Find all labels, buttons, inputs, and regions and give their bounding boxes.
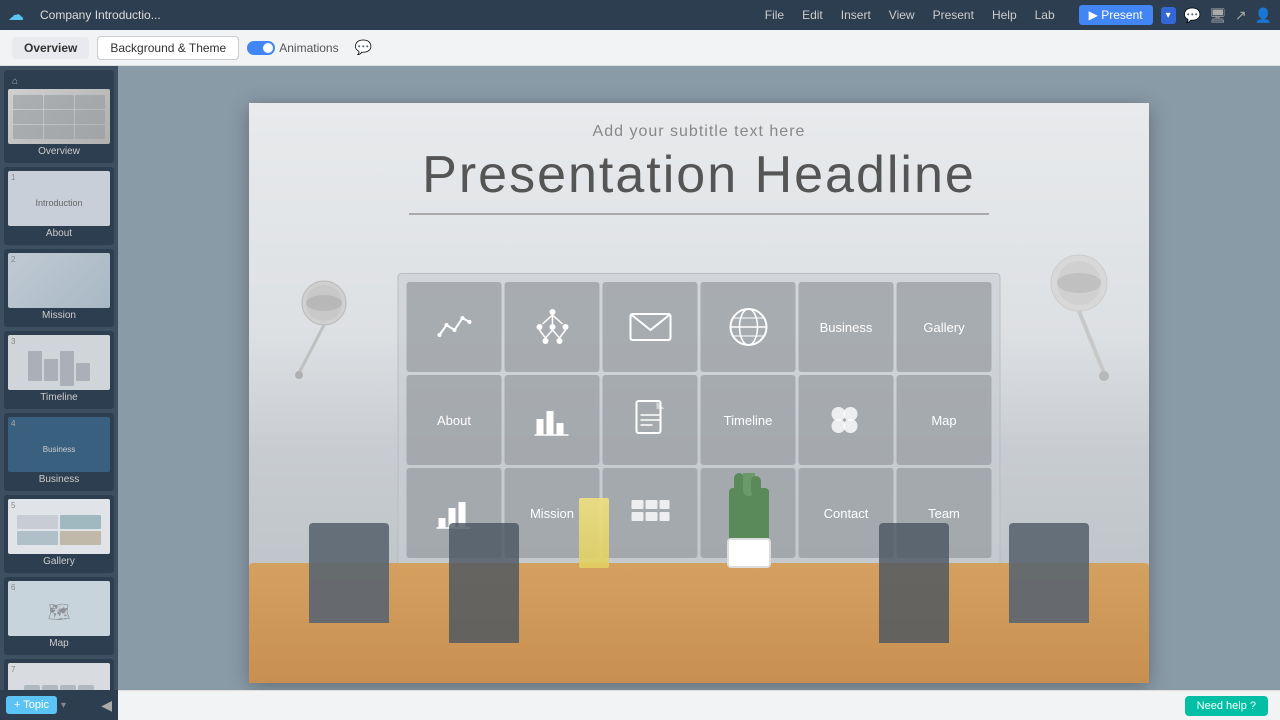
slide-headline: Presentation Headline xyxy=(409,145,989,215)
chat-icon[interactable]: 💬 xyxy=(1184,7,1201,24)
menu-lab[interactable]: Lab xyxy=(1027,6,1063,24)
present-dropdown[interactable]: ▾ xyxy=(1161,7,1176,24)
slide-1[interactable]: 1 Introduction About xyxy=(4,167,114,245)
home-icon: ⌂ xyxy=(12,76,18,87)
slide-6-label: Map xyxy=(8,636,110,651)
grid-cell-chart[interactable] xyxy=(407,282,502,372)
slide-1-thumb: 1 Introduction xyxy=(8,171,110,226)
present-button[interactable]: ▶ Present xyxy=(1079,5,1153,25)
slide-3[interactable]: 3 Timeline xyxy=(4,331,114,409)
dropdown-arrow-icon[interactable]: ▾ xyxy=(61,700,66,711)
toolbar: Overview Background & Theme Animations 💬 xyxy=(0,30,1280,66)
network-icon xyxy=(531,307,573,347)
chair-center-right xyxy=(879,523,949,643)
slide-overview-thumb xyxy=(8,89,110,144)
grid-cell-document[interactable] xyxy=(603,375,698,465)
chart-icon xyxy=(434,310,474,345)
grid-business-label: Business xyxy=(820,320,873,335)
lamp-left-icon xyxy=(269,263,349,383)
slide-1-label: About xyxy=(8,226,110,241)
slide-6-thumb: 6 🗺 xyxy=(8,581,110,636)
grid-about-label: About xyxy=(437,413,471,428)
slide-4-thumb: 4 Business xyxy=(8,417,110,472)
share-icon[interactable]: ↗ xyxy=(1235,7,1247,24)
need-help-button[interactable]: Need help ? xyxy=(1185,696,1268,716)
bottom-bar: Need help ? xyxy=(118,690,1280,720)
menu-present[interactable]: Present xyxy=(925,6,982,24)
grid-cell-business[interactable]: Business xyxy=(799,282,894,372)
grid-cell-map[interactable]: Map xyxy=(897,375,992,465)
back-button[interactable]: ◀ xyxy=(101,697,112,714)
grid-gallery-label: Gallery xyxy=(923,320,964,335)
comment-icon[interactable]: 💬 xyxy=(355,39,372,56)
circles-icon xyxy=(824,400,868,440)
chair-right xyxy=(1009,523,1089,623)
grid-cell-timeline[interactable]: Timeline xyxy=(701,375,796,465)
grid-cell-email[interactable] xyxy=(603,282,698,372)
slide-background: Add your subtitle text here Presentation… xyxy=(249,103,1149,683)
app-logo: ☁ xyxy=(8,5,24,25)
sidebar: ⌂ Overview 1 Introduction About 2 xyxy=(0,66,118,720)
grid-timeline-label: Timeline xyxy=(724,413,773,428)
slide-3-thumb: 3 xyxy=(8,335,110,390)
main-layout: ⌂ Overview 1 Introduction About 2 xyxy=(0,66,1280,720)
globe-icon xyxy=(727,306,769,348)
grid-cell-about[interactable]: About xyxy=(407,375,502,465)
cactus xyxy=(729,488,771,568)
slide-subtitle: Add your subtitle text here xyxy=(593,123,806,141)
slide-5-thumb: 5 xyxy=(8,499,110,554)
slide-2-thumb: 2 xyxy=(8,253,110,308)
office-scene xyxy=(249,473,1149,683)
app-title: Company Introductio... xyxy=(40,8,741,22)
menu-edit[interactable]: Edit xyxy=(794,6,831,24)
animations-label: Animations xyxy=(279,41,338,55)
slide-5-label: Gallery xyxy=(8,554,110,569)
slide-overview-label: Overview xyxy=(8,144,110,159)
slide-4-label: Business xyxy=(8,472,110,487)
add-topic-bar: + Topic ▾ ◀ xyxy=(0,690,118,720)
menu-insert[interactable]: Insert xyxy=(833,6,879,24)
menu-help[interactable]: Help xyxy=(984,6,1025,24)
slide-5[interactable]: 5 Gallery xyxy=(4,495,114,573)
animations-toggle[interactable]: Animations xyxy=(247,41,338,55)
grid-cell-network[interactable] xyxy=(505,282,600,372)
animations-switch[interactable] xyxy=(247,41,275,55)
barchart-icon xyxy=(532,401,572,439)
menu-file[interactable]: File xyxy=(757,6,792,24)
menu-view[interactable]: View xyxy=(881,6,923,24)
chair-left xyxy=(309,523,389,623)
user-icon[interactable]: 👤 xyxy=(1255,7,1272,24)
topbar: ☁ Company Introductio... File Edit Inser… xyxy=(0,0,1280,30)
chair-center-left xyxy=(449,523,519,643)
lamp-right-icon xyxy=(1039,233,1139,383)
menu-bar: File Edit Insert View Present Help Lab xyxy=(757,6,1063,24)
canvas-area: Add your subtitle text here Presentation… xyxy=(118,66,1280,720)
topbar-right: ▶ Present ▾ 💬 🖥 ↗ 👤 xyxy=(1079,5,1272,25)
slide-2[interactable]: 2 Mission xyxy=(4,249,114,327)
email-icon xyxy=(628,311,672,343)
tab-background-theme[interactable]: Background & Theme xyxy=(97,36,239,60)
grid-cell-circles[interactable] xyxy=(799,375,894,465)
grid-cell-barchart[interactable] xyxy=(505,375,600,465)
slide-2-label: Mission xyxy=(8,308,110,323)
pencil-holder xyxy=(579,498,609,568)
grid-cell-gallery[interactable]: Gallery xyxy=(897,282,992,372)
add-topic-button[interactable]: + Topic xyxy=(6,696,57,714)
slide-4[interactable]: 4 Business Business xyxy=(4,413,114,491)
slide-overview[interactable]: ⌂ Overview xyxy=(4,70,114,163)
grid-cell-globe[interactable] xyxy=(701,282,796,372)
slide-6[interactable]: 6 🗺 Map xyxy=(4,577,114,655)
slide-text-content: Add your subtitle text here Presentation… xyxy=(249,123,1149,215)
document-icon xyxy=(632,399,668,441)
tab-overview[interactable]: Overview xyxy=(12,37,89,59)
slide-3-label: Timeline xyxy=(8,390,110,405)
monitor-icon[interactable]: 🖥 xyxy=(1209,7,1227,24)
grid-map-label: Map xyxy=(931,413,956,428)
